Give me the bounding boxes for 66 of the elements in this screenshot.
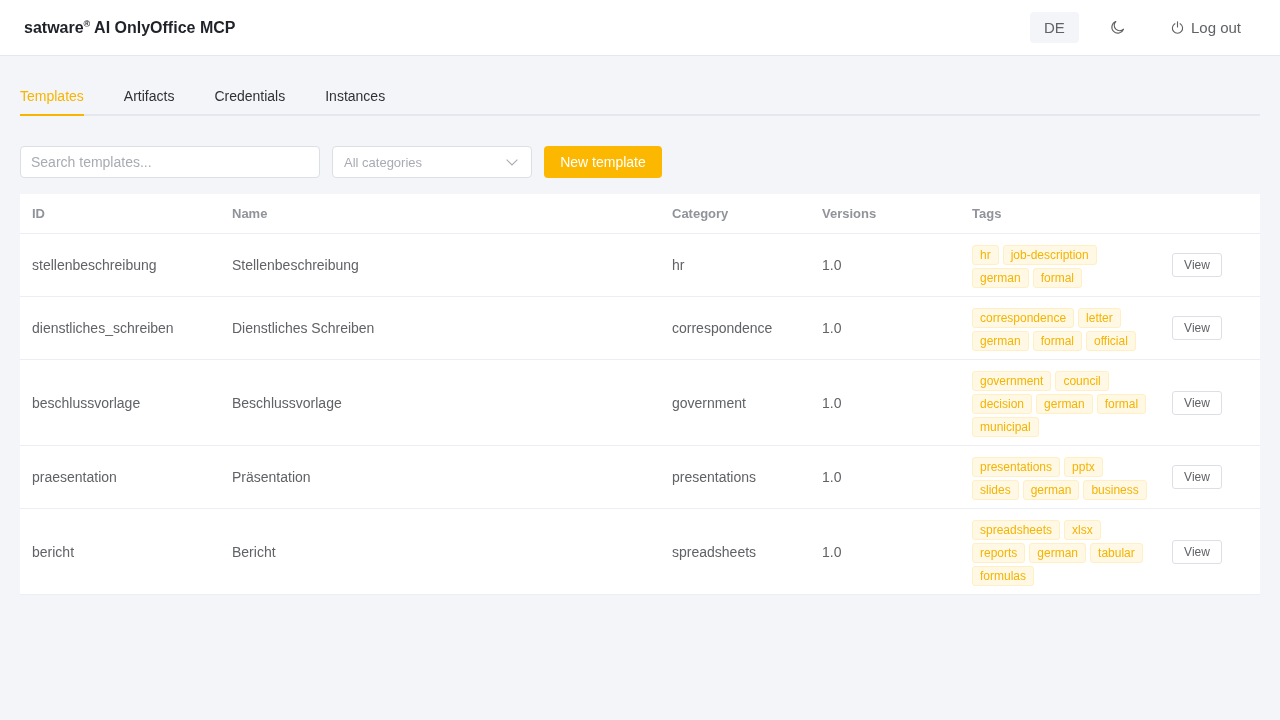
tag: german (972, 331, 1029, 351)
tag: council (1055, 371, 1109, 391)
tag: slides (972, 480, 1019, 500)
language-button[interactable]: DE (1029, 12, 1079, 43)
chevron-down-icon (506, 158, 518, 166)
table-cell: spreadsheets (672, 543, 757, 560)
table-cell: bericht (32, 543, 75, 560)
tag: municipal (972, 417, 1039, 437)
table-cell: beschlussvorlage (32, 394, 141, 411)
column-header: Versions (822, 206, 877, 221)
tag: spreadsheets (972, 520, 1061, 540)
tag: official (1086, 331, 1136, 351)
tag: job-description (1002, 245, 1097, 265)
table-cell: 1.0 (822, 394, 842, 411)
column-header: Name (232, 206, 268, 221)
tag: german (1022, 480, 1080, 500)
table-cell: Stellenbeschreibung (232, 257, 359, 273)
table-cell: praesentation (32, 469, 117, 485)
table-cell: Beschlussvorlage (232, 394, 342, 411)
tag: hr (972, 245, 999, 265)
table-cell: presentations (672, 469, 757, 485)
moon-icon[interactable] (1109, 20, 1125, 35)
view-button[interactable]: View (1172, 390, 1222, 415)
table-cell: government (672, 394, 746, 411)
tab[interactable]: Credentials (214, 80, 286, 116)
table-cell: stellenbeschreibung (32, 257, 157, 273)
tag: pptx (1064, 457, 1103, 477)
tag: presentations (972, 457, 1061, 477)
table-cell: 1.0 (822, 469, 842, 485)
tag: letter (1078, 308, 1121, 328)
tag: german (1036, 394, 1093, 414)
view-button[interactable]: View (1172, 465, 1222, 489)
tag: xlsx (1064, 520, 1101, 540)
column-header: Tags (972, 206, 1002, 221)
table-cell: 1.0 (822, 320, 842, 336)
tag: formal (1032, 331, 1083, 351)
app-title: satware$^{®}$ AI OnlyOffice MCP (24, 18, 236, 37)
view-button[interactable]: View (1172, 253, 1222, 277)
tag: business (1083, 480, 1147, 500)
column-header: ID (32, 206, 45, 221)
table-cell: 1.0 (822, 543, 842, 560)
tag: reports (972, 543, 1026, 563)
table-cell: 1.0 (822, 257, 842, 273)
tag: formulas (972, 566, 1034, 586)
tag: correspondence (972, 308, 1075, 328)
table-cell: Bericht (232, 543, 276, 560)
view-button[interactable]: View (1172, 539, 1222, 564)
table-cell: dienstliches_schreiben (32, 320, 174, 336)
tab[interactable]: Artifacts (123, 80, 175, 116)
logout-button[interactable]: Log out (1170, 19, 1241, 36)
tag: government (972, 371, 1052, 391)
table-cell: hr (672, 257, 685, 273)
tag: formal (1096, 394, 1147, 414)
power-icon (1170, 21, 1184, 34)
table-cell: Dienstliches Schreiben (232, 320, 375, 336)
tag: decision (972, 394, 1033, 414)
tag: formal (1032, 268, 1083, 288)
tag: german (1029, 543, 1087, 563)
table-cell: correspondence (672, 320, 773, 336)
tab[interactable]: Instances (325, 80, 386, 116)
column-header: Category (672, 206, 729, 221)
view-button[interactable]: View (1172, 316, 1222, 340)
table-cell: Präsentation (232, 469, 311, 485)
tag: german (972, 268, 1029, 288)
search-field[interactable]: Search templates... (20, 146, 320, 178)
tag: tabular (1090, 543, 1143, 563)
